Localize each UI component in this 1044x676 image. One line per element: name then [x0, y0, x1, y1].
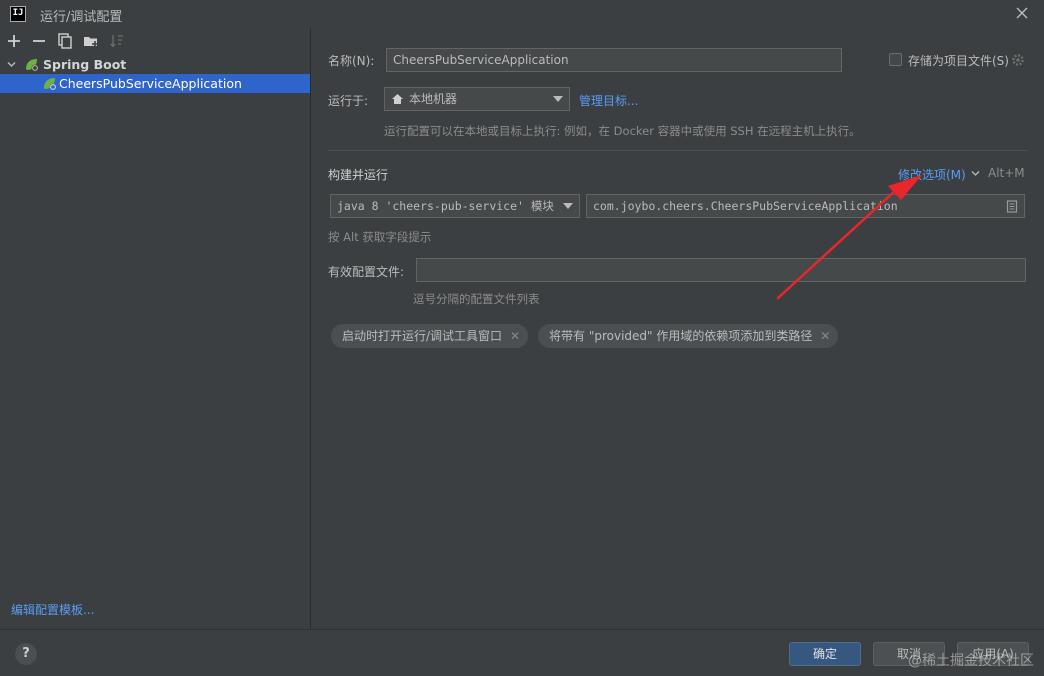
close-icon — [1016, 7, 1028, 19]
dialog-button-bar: ? 确定 取消 应用(A) @稀土掘金技术社区 — [0, 629, 1044, 676]
run-on-dropdown[interactable]: 本地机器 — [384, 87, 570, 111]
option-chip-open-tool-window[interactable]: 启动时打开运行/调试工具窗口 ✕ — [331, 324, 529, 348]
new-folder-button[interactable] — [82, 32, 100, 50]
jdk-dropdown[interactable]: java 8 'cheers-pub-service' 模块 — [330, 194, 580, 218]
manage-targets-link[interactable]: 管理目标... — [579, 92, 638, 109]
tree-group-label: Spring Boot — [43, 57, 127, 72]
gear-icon[interactable] — [1011, 53, 1025, 67]
alt-field-hint: 按 Alt 获取字段提示 — [328, 230, 432, 244]
dropdown-arrow-icon — [553, 96, 563, 102]
run-on-value: 本地机器 — [409, 92, 458, 106]
minus-icon — [33, 40, 45, 42]
close-icon[interactable]: ✕ — [510, 324, 520, 348]
store-as-project-file-checkbox[interactable] — [889, 53, 902, 66]
section-divider — [328, 150, 1028, 151]
main-class-value: com.joybo.cheers.CheersPubServiceApplica… — [593, 199, 898, 213]
active-profiles-label: 有效配置文件: — [328, 265, 405, 279]
home-icon — [392, 94, 403, 104]
tree-item-cheers-pub-service[interactable]: CheersPubServiceApplication — [0, 74, 310, 93]
edit-config-templates-link[interactable]: 编辑配置模板... — [11, 601, 94, 618]
modify-options-link[interactable]: 修改选项(M) — [898, 166, 966, 183]
active-profiles-field[interactable] — [416, 258, 1026, 282]
main-class-field[interactable]: com.joybo.cheers.CheersPubServiceApplica… — [586, 194, 1025, 218]
browse-class-icon[interactable] — [1006, 200, 1018, 213]
help-button[interactable]: ? — [15, 643, 37, 665]
sort-icon — [110, 35, 123, 48]
run-on-hint: 运行配置可以在本地或目标上执行: 例如，在 Docker 容器中或使用 SSH … — [384, 124, 861, 138]
store-as-project-file-label: 存储为项目文件(S) — [908, 54, 1009, 68]
intellij-logo-icon: IJ — [10, 6, 26, 22]
folder-add-icon — [84, 37, 98, 47]
config-tree: Spring Boot CheersPubServiceApplication — [0, 55, 310, 93]
chevron-down-icon[interactable] — [6, 59, 17, 70]
active-profiles-hint: 逗号分隔的配置文件列表 — [413, 292, 540, 306]
remove-config-button[interactable] — [30, 32, 48, 50]
spring-boot-app-icon — [44, 78, 57, 91]
name-label: 名称(N): — [328, 54, 375, 68]
build-run-title: 构建并运行 — [328, 168, 389, 182]
dropdown-arrow-icon — [563, 203, 573, 209]
jdk-value: java 8 'cheers-pub-service' 模块 — [337, 199, 554, 213]
copy-config-button[interactable] — [56, 32, 74, 50]
run-debug-config-dialog: IJ 运行/调试配置 Spring Boot CheersPubServiceA… — [0, 0, 1044, 676]
sort-button[interactable] — [108, 32, 126, 50]
add-config-button[interactable] — [5, 32, 23, 50]
watermark: @稀土掘金技术社区 — [908, 653, 1034, 669]
copy-icon — [58, 33, 72, 49]
name-field[interactable]: CheersPubServiceApplication — [386, 48, 842, 72]
window-title: 运行/调试配置 — [40, 10, 123, 25]
close-button[interactable] — [1014, 5, 1030, 21]
chip-label: 启动时打开运行/调试工具窗口 — [342, 329, 503, 343]
chip-label: 将带有 "provided" 作用域的依赖项添加到类路径 — [549, 329, 813, 343]
close-icon[interactable]: ✕ — [820, 324, 830, 348]
tree-group-spring-boot[interactable]: Spring Boot — [0, 55, 310, 74]
modify-options-shortcut: Alt+M — [988, 166, 1025, 180]
spring-boot-icon — [26, 59, 39, 72]
ok-button[interactable]: 确定 — [789, 642, 861, 666]
run-on-label: 运行于: — [328, 94, 369, 108]
option-chip-provided-scope[interactable]: 将带有 "provided" 作用域的依赖项添加到类路径 ✕ — [538, 324, 839, 348]
title-bar: IJ 运行/调试配置 — [0, 0, 1044, 28]
tree-item-label: CheersPubServiceApplication — [59, 76, 242, 91]
chevron-down-icon[interactable] — [971, 169, 980, 178]
plus-icon — [8, 35, 20, 47]
config-details-panel: 名称(N): CheersPubServiceApplication 存储为项目… — [312, 28, 1044, 629]
tree-toolbar — [0, 28, 311, 54]
config-tree-panel: Spring Boot CheersPubServiceApplication … — [0, 28, 311, 629]
